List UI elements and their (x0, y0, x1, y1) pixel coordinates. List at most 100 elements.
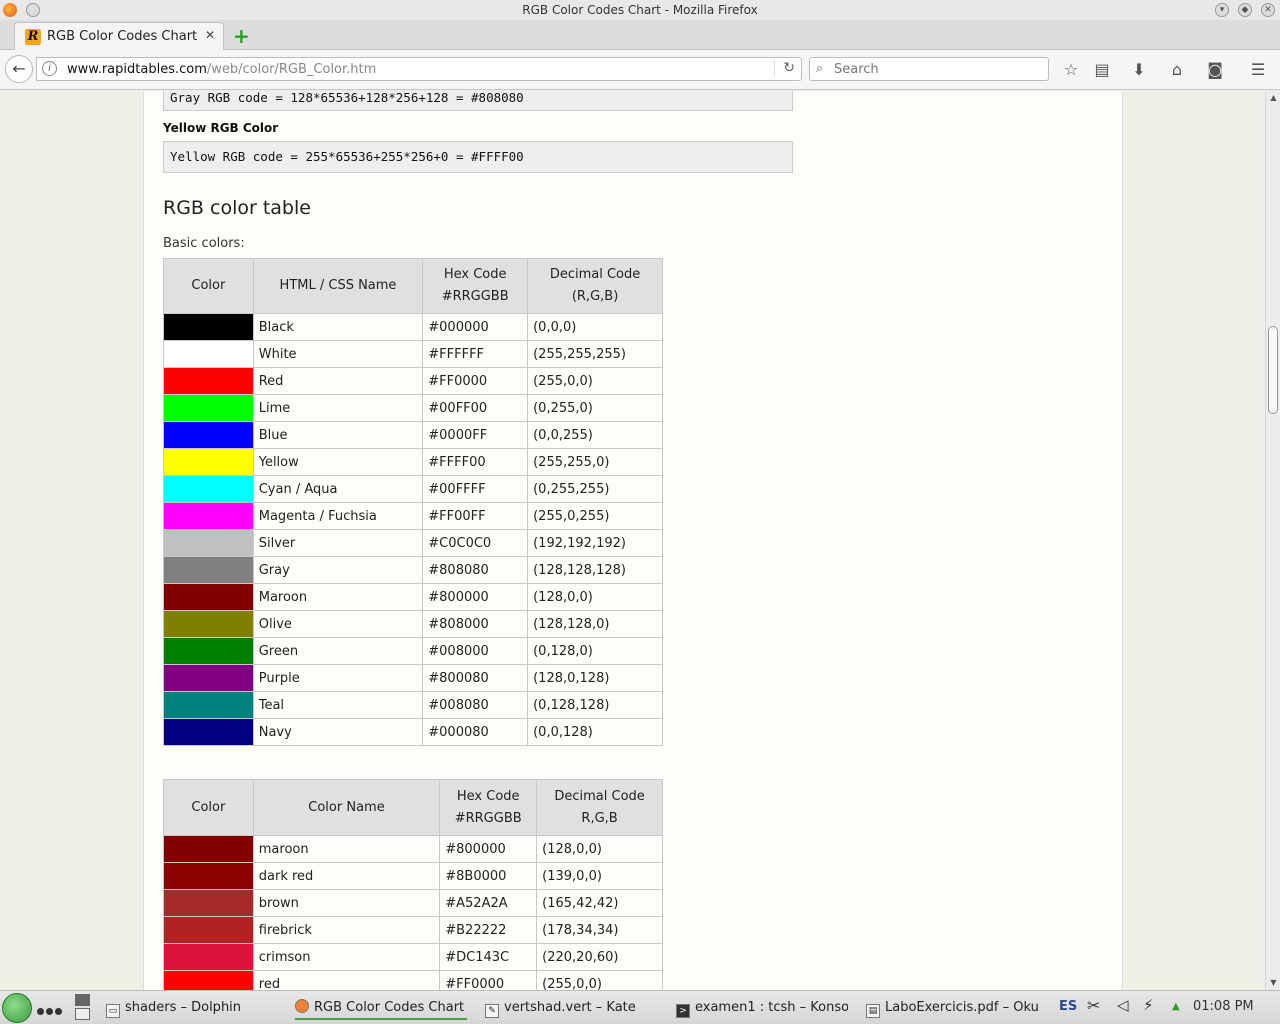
decimal-code-cell: (255,255,255) (527, 340, 663, 368)
table-row: Lime #00FF00 (0,255,0) (163, 394, 663, 422)
table-row: firebrick #B22222 (178,34,34) (163, 916, 663, 944)
color-swatch (163, 889, 254, 917)
color-name-cell: firebrick (252, 916, 441, 944)
hex-code-cell: #FF0000 (422, 367, 529, 395)
basic-colors-table: Color HTML / CSS Name Hex Code #RRGGBB De… (163, 258, 663, 746)
table-header-row: Color Color Name Hex Code #RRGGBB Decimal… (163, 779, 663, 836)
yellow-code-box: Yellow RGB code = 255*65536+255*256+0 = … (163, 141, 793, 173)
task-dolphin[interactable]: ▭ shaders – Dolphin (106, 996, 276, 1020)
tab-label: RGB Color Codes Chart (47, 29, 198, 44)
desktop-1[interactable] (75, 994, 90, 1006)
col-dec-header: Decimal Code R,G,B (536, 779, 663, 836)
color-name-cell: Red (252, 367, 424, 395)
task-label: examen1 : tcsh – Konsole (695, 1000, 848, 1015)
color-name-cell: White (252, 340, 424, 368)
color-name-cell: Magenta / Fuchsia (252, 502, 424, 530)
rapidtables-favicon-icon: R (25, 29, 41, 45)
firefox-icon (295, 999, 309, 1013)
color-swatch (163, 835, 254, 863)
vertical-scrollbar[interactable]: ▲ ▼ (1265, 91, 1280, 990)
keyboard-layout-indicator[interactable]: ES (1059, 999, 1077, 1014)
gray-code-box: Gray RGB code = 128*65536+128*256+128 = … (163, 91, 793, 111)
hex-code-cell: #800080 (422, 664, 529, 692)
hex-code-cell: #000080 (422, 718, 529, 746)
hamburger-menu-icon[interactable]: ☰ (1247, 59, 1269, 81)
table-row: crimson #DC143C (220,20,60) (163, 943, 663, 971)
pocket-icon[interactable]: ◙ (1204, 59, 1226, 81)
reload-icon[interactable]: ↻ (774, 60, 795, 76)
color-name-cell: brown (252, 889, 441, 917)
okular-icon: ▤ (866, 1004, 880, 1018)
task-label: vertshad.vert – Kate (504, 1000, 636, 1015)
color-name-cell: Navy (252, 718, 424, 746)
table-row: Blue #0000FF (0,0,255) (163, 421, 663, 449)
search-input[interactable] (834, 60, 1044, 78)
basic-colors-label: Basic colors: (163, 236, 245, 251)
tab-close-icon[interactable]: ✕ (205, 28, 215, 42)
scroll-down-icon[interactable]: ▼ (1266, 976, 1280, 990)
task-okular[interactable]: ▤ LaboExercicis.pdf – Okular (866, 996, 1038, 1020)
decimal-code-cell: (128,128,128) (527, 556, 663, 584)
color-name-cell: Black (252, 313, 424, 341)
color-swatch (163, 340, 254, 368)
color-swatch (163, 862, 254, 890)
url-bar[interactable]: i www.rapidtables.com/web/color/RGB_Colo… (36, 57, 802, 81)
color-swatch (163, 943, 254, 971)
hex-code-cell: #00FF00 (422, 394, 529, 422)
network-icon[interactable]: ⚡ (1143, 996, 1154, 1014)
color-swatch (163, 475, 254, 503)
reading-list-icon[interactable]: ▤ (1091, 59, 1113, 81)
tab-rgb-color-codes[interactable]: R RGB Color Codes Chart ✕ (14, 22, 224, 50)
table-row: dark red #8B0000 (139,0,0) (163, 862, 663, 890)
task-konsole[interactable]: > examen1 : tcsh – Konsole (676, 996, 848, 1020)
bookmark-star-icon[interactable]: ☆ (1060, 59, 1082, 81)
show-desktop-icon[interactable] (37, 1004, 64, 1019)
decimal-code-cell: (128,0,0) (536, 835, 663, 863)
table-row: Purple #800080 (128,0,128) (163, 664, 663, 692)
scroll-up-icon[interactable]: ▲ (1266, 91, 1280, 105)
hex-code-cell: #000000 (422, 313, 529, 341)
maximize-icon[interactable]: ◆ (1238, 3, 1252, 17)
new-tab-icon[interactable]: + (233, 24, 250, 48)
hex-code-cell: #800000 (422, 583, 529, 611)
hex-code-cell: #FFFF00 (422, 448, 529, 476)
close-window-icon[interactable]: ✕ (1261, 3, 1275, 17)
minimize-icon[interactable]: ▾ (1215, 3, 1229, 17)
color-name-cell: dark red (252, 862, 441, 890)
color-swatch (163, 394, 254, 422)
scrollbar-thumb[interactable] (1268, 326, 1278, 414)
task-kate[interactable]: ✎ vertshad.vert – Kate (485, 996, 657, 1020)
decimal-code-cell: (255,0,0) (536, 970, 663, 990)
decimal-code-cell: (0,128,0) (527, 637, 663, 665)
tray-expand-icon[interactable]: ▲ (1172, 1001, 1180, 1012)
col-name-header: HTML / CSS Name (252, 258, 424, 314)
table-row: Silver #C0C0C0 (192,192,192) (163, 529, 663, 557)
color-name-cell: crimson (252, 943, 441, 971)
color-swatch (163, 583, 254, 611)
hex-header-sub: #RRGGBB (454, 810, 522, 826)
decimal-code-cell: (255,255,0) (527, 448, 663, 476)
home-icon[interactable]: ⌂ (1166, 59, 1188, 81)
table-row: Cyan / Aqua #00FFFF (0,255,255) (163, 475, 663, 503)
start-menu-icon[interactable] (2, 993, 32, 1023)
color-name-cell: Olive (252, 610, 424, 638)
decimal-code-cell: (192,192,192) (527, 529, 663, 557)
downloads-icon[interactable]: ⬇ (1128, 59, 1150, 81)
search-bar[interactable]: ⌕ (809, 57, 1049, 81)
back-icon[interactable]: ← (5, 55, 33, 83)
volume-icon[interactable]: ◁ (1117, 996, 1129, 1014)
kde-connect-icon[interactable]: ✂ (1087, 996, 1100, 1015)
decimal-code-cell: (0,255,255) (527, 475, 663, 503)
site-info-icon[interactable]: i (42, 61, 57, 76)
table-row: brown #A52A2A (165,42,42) (163, 889, 663, 917)
clock[interactable]: 01:08 PM (1193, 999, 1254, 1014)
hex-code-cell: #0000FF (422, 421, 529, 449)
decimal-code-cell: (0,128,128) (527, 691, 663, 719)
color-name-cell: Cyan / Aqua (252, 475, 424, 503)
decimal-code-cell: (0,255,0) (527, 394, 663, 422)
url-text[interactable]: www.rapidtables.com/web/color/RGB_Color.… (67, 62, 376, 77)
table-row: Black #000000 (0,0,0) (163, 313, 663, 341)
task-firefox[interactable]: RGB Color Codes Chart ... (295, 996, 467, 1020)
desktop-pager[interactable] (75, 994, 92, 1022)
desktop-2[interactable] (75, 1008, 90, 1020)
